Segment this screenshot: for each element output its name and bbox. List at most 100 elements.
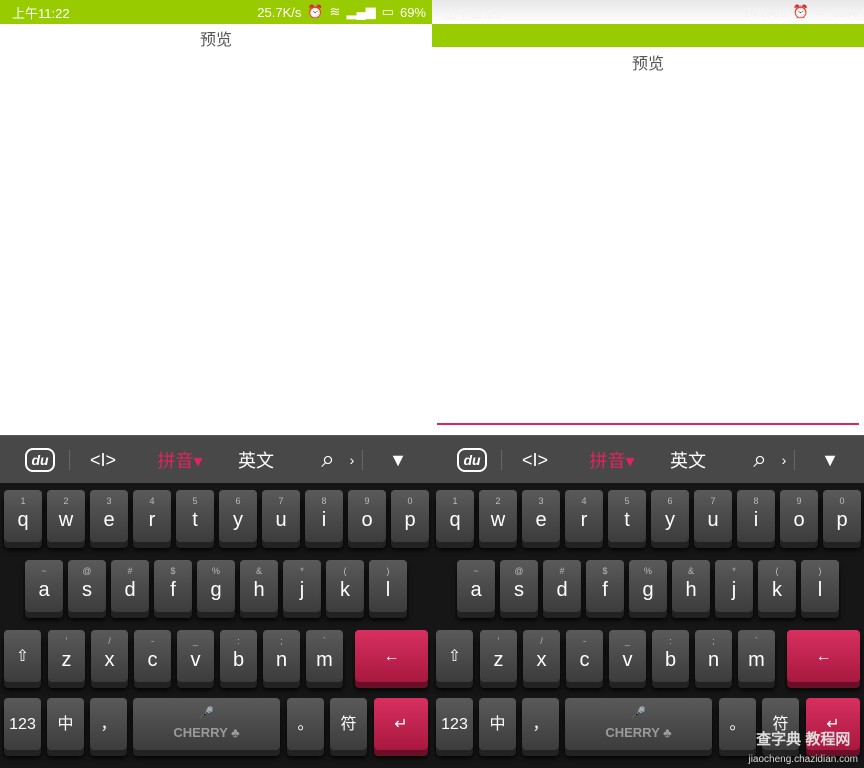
search-icon[interactable]: ⌕ [312,436,344,484]
more-arrow-icon[interactable]: › [344,436,360,484]
english-mode-button[interactable]: 英文 [228,436,284,484]
key-secondary-label: ( [343,566,347,576]
comma-key[interactable]: ， [522,698,559,750]
key-b[interactable]: :b [652,630,689,682]
key-label: e [535,509,547,531]
key-d[interactable]: # d [111,560,149,612]
key-e[interactable]: 3e [522,490,560,542]
key-n[interactable]: ; n [695,630,732,682]
search-icon[interactable]: ⌕ [744,436,776,484]
key-c[interactable]: -c [566,630,603,682]
enter-key[interactable]: ↵ [374,698,428,750]
chinese-key[interactable]: 中 [47,698,84,750]
shift-key[interactable]: ⇧ [436,630,473,682]
key-secondary-label: 1 [452,496,458,506]
shift-key[interactable]: ⇧ [4,630,41,682]
key-n[interactable]: ; n [263,630,300,682]
key-g[interactable]: % g [629,560,667,612]
key-i[interactable]: 8i [305,490,343,542]
key-t[interactable]: 5t [608,490,646,542]
key-h[interactable]: & h [240,560,278,612]
key-secondary-label: 5 [192,496,198,506]
key-secondary-label: 5 [624,496,630,506]
key-t[interactable]: 5t [176,490,214,542]
key-u[interactable]: 7u [694,490,732,542]
key-label: 中 [57,716,74,733]
key-label: o [793,509,805,531]
key-k[interactable]: (k [326,560,364,612]
key-e[interactable]: 3e [90,490,128,542]
baidu-logo-button[interactable]: du [20,436,60,484]
chinese-key[interactable]: 中 [479,698,516,750]
key-d[interactable]: # d [543,560,581,612]
space-key[interactable]: 🎤 CHERRY ♣ [565,698,712,750]
key-x[interactable]: / x [523,630,560,682]
key-label: k [340,579,350,601]
space-key[interactable]: 🎤 CHERRY ♣ [133,698,280,750]
backspace-key[interactable]: ← [787,630,860,682]
key-z[interactable]: ' z [480,630,517,682]
key-secondary-label: 8 [321,496,327,506]
key-label: t [624,509,630,531]
key-o[interactable]: 9o [780,490,818,542]
key-x[interactable]: / x [91,630,128,682]
english-mode-button[interactable]: 英文 [660,436,716,484]
key-m[interactable]: ` m [738,630,775,682]
key-b[interactable]: :b [220,630,257,682]
pinyin-mode-button[interactable]: 拼音▾ [150,436,210,484]
du-logo: du [25,448,55,472]
key-g[interactable]: % g [197,560,235,612]
key-p[interactable]: 0p [823,490,861,542]
cursor-move-button[interactable]: <I> [85,436,121,484]
key-secondary-label: 9 [796,496,802,506]
hide-keyboard-button[interactable]: ▼ [810,436,850,484]
key-u[interactable]: 7u [262,490,300,542]
key-o[interactable]: 9o [348,490,386,542]
backspace-key[interactable]: ← [355,630,428,682]
key-l[interactable]: ) l [801,560,839,612]
more-arrow-icon[interactable]: › [776,436,792,484]
input-underline[interactable] [437,423,859,425]
period-key[interactable]: 。 [287,698,324,750]
numbers-key[interactable]: 123 [436,698,473,750]
key-label: r [148,509,156,531]
key-r[interactable]: 4r [133,490,171,542]
key-secondary-label: 8 [753,496,759,506]
key-s[interactable]: @ s [500,560,538,612]
key-y[interactable]: 6y [651,490,689,542]
key-label: a [470,579,482,601]
baidu-logo-button[interactable]: du [452,436,492,484]
key-j[interactable]: * j [283,560,321,612]
key-f[interactable]: $ f [586,560,624,612]
key-z[interactable]: ' z [48,630,85,682]
key-i[interactable]: 8i [737,490,775,542]
key-q[interactable]: 1q [436,490,474,542]
watermark-url: jiaocheng.chazidian.com [748,754,858,765]
numbers-key[interactable]: 123 [4,698,41,750]
key-label: u [275,509,287,531]
key-f[interactable]: $ f [154,560,192,612]
key-l[interactable]: ) l [369,560,407,612]
key-a[interactable]: ~ a [457,560,495,612]
key-v[interactable]: _ v [609,630,646,682]
symbol-key[interactable]: 符 [330,698,367,750]
key-w[interactable]: 2w [479,490,517,542]
key-r[interactable]: 4r [565,490,603,542]
key-q[interactable]: 1q [4,490,42,542]
key-p[interactable]: 0p [391,490,429,542]
pinyin-mode-button[interactable]: 拼音▾ [582,436,642,484]
comma-key[interactable]: ， [90,698,127,750]
key-a[interactable]: ~ a [25,560,63,612]
key-c[interactable]: -c [134,630,171,682]
key-h[interactable]: & h [672,560,710,612]
key-j[interactable]: * j [715,560,753,612]
key-label: ， [532,716,549,733]
hide-keyboard-button[interactable]: ▼ [378,436,418,484]
key-v[interactable]: _ v [177,630,214,682]
key-m[interactable]: ` m [306,630,343,682]
key-y[interactable]: 6y [219,490,257,542]
key-k[interactable]: (k [758,560,796,612]
key-w[interactable]: 2w [47,490,85,542]
cursor-move-button[interactable]: <I> [517,436,553,484]
key-s[interactable]: @ s [68,560,106,612]
